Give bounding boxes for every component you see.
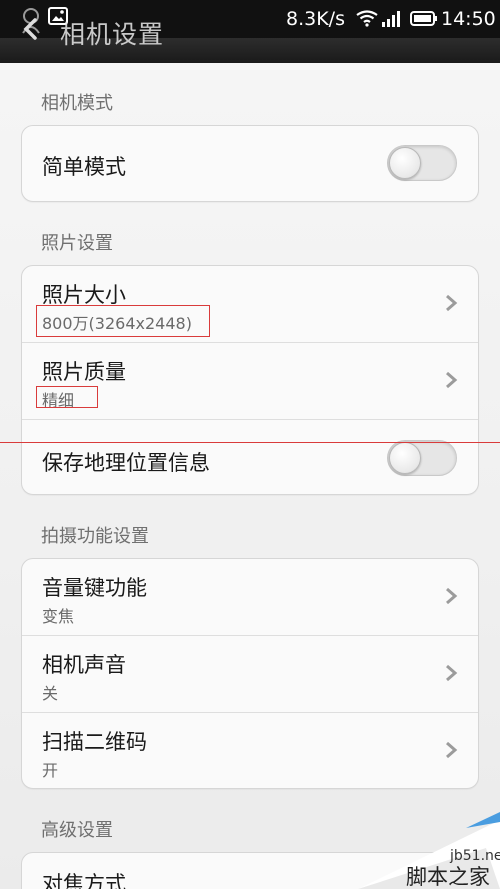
card-photo: 照片大小 800万(3264x2448) 照片质量 精细 保存地理位置信息 (21, 265, 479, 495)
row-value: 开 (42, 761, 59, 780)
chevron-left-icon[interactable] (20, 18, 42, 40)
setting-row-qr-scan[interactable]: 扫描二维码 开 (22, 713, 478, 788)
row-value: 关 (42, 684, 59, 703)
chevron-right-icon (446, 587, 458, 605)
row-label: 对焦方式 (42, 872, 126, 889)
clock: 14:50 (441, 8, 496, 30)
card-camera-mode: 简单模式 (21, 125, 479, 202)
wifi-icon (356, 10, 378, 27)
annotation-box-photo-quality (36, 386, 98, 408)
chevron-right-icon (446, 664, 458, 682)
row-label: 简单模式 (42, 155, 126, 179)
network-speed: 8.3K/s (286, 8, 345, 30)
setting-row-geo-location[interactable]: 保存地理位置信息 (22, 420, 478, 494)
row-label: 音量键功能 (42, 576, 147, 600)
row-value: 变焦 (42, 607, 75, 626)
section-header-shooting: 拍摄功能设置 (41, 526, 149, 547)
setting-row-simple-mode[interactable]: 简单模式 (22, 126, 478, 201)
simple-mode-toggle[interactable] (387, 145, 457, 181)
setting-row-volume-key[interactable]: 音量键功能 变焦 (22, 559, 478, 635)
row-label: 保存地理位置信息 (42, 451, 210, 475)
site-watermark: jb51.net 脚本之家 (358, 812, 500, 889)
chevron-right-icon (446, 741, 458, 759)
signal-icon (382, 11, 400, 27)
chevron-right-icon (446, 294, 458, 312)
row-label: 照片质量 (42, 360, 126, 384)
row-label: 相机声音 (42, 653, 126, 677)
section-header-advanced: 高级设置 (41, 820, 113, 841)
chevron-right-icon (446, 371, 458, 389)
watermark-site: jb51.net (449, 848, 500, 864)
page-title: 相机设置 (60, 20, 165, 49)
annotation-box-photo-size (36, 305, 210, 337)
annotation-line (0, 442, 500, 443)
setting-row-camera-sound[interactable]: 相机声音 关 (22, 636, 478, 712)
toggle-knob (389, 147, 421, 179)
section-header-photo: 照片设置 (41, 233, 113, 254)
watermark-name: 脚本之家 (406, 865, 490, 889)
battery-icon (410, 11, 437, 26)
toggle-knob (389, 442, 421, 474)
geo-location-toggle[interactable] (387, 440, 457, 476)
section-header-camera-mode: 相机模式 (41, 93, 113, 114)
card-shooting: 音量键功能 变焦 相机声音 关 扫描二维码 开 (21, 558, 479, 789)
row-label: 扫描二维码 (42, 730, 147, 754)
